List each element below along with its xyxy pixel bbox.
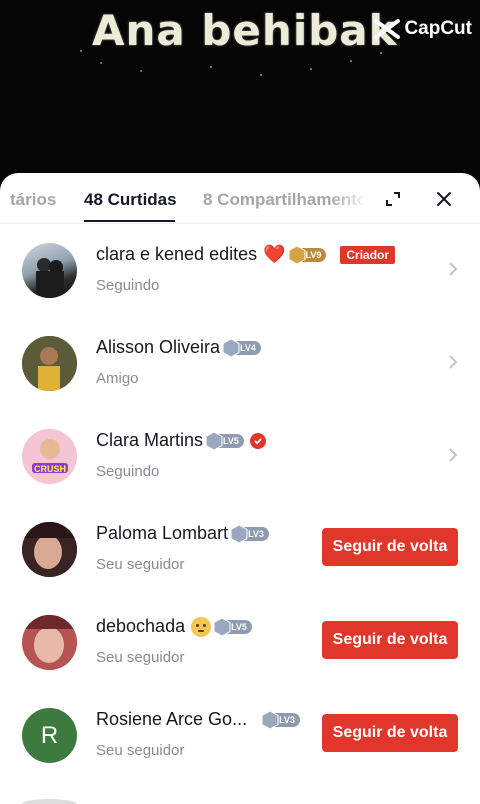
- user-name: Alisson Oliveira: [96, 337, 221, 357]
- svg-text:CRUSH: CRUSH: [34, 464, 66, 474]
- creator-badge: Criador: [340, 245, 396, 264]
- list-item[interactable]: debochada LV5 Seu seguidor Seguir de vol…: [0, 603, 480, 696]
- capcut-watermark: CapCut: [374, 18, 472, 40]
- relationship-status: Seguindo: [96, 277, 160, 294]
- close-icon[interactable]: [433, 188, 455, 210]
- list-item[interactable]: Alisson Oliveira LV4 Amigo: [0, 324, 480, 417]
- tab-bar: tários 48 Curtidas 8 Compartilhamento: [0, 173, 480, 224]
- avatar[interactable]: [22, 522, 77, 577]
- level-badge: LV4: [222, 337, 261, 358]
- list-item[interactable]: R Rosiene Arce Go... LV3 Seu seguidor Se…: [0, 696, 480, 789]
- avatar[interactable]: R: [22, 708, 77, 763]
- face-emoji-icon: [191, 616, 212, 637]
- relationship-status: Seu seguidor: [96, 556, 185, 573]
- level-badge: LV9: [288, 244, 327, 265]
- relationship-status: Seu seguidor: [96, 649, 185, 666]
- relationship-status: Seguindo: [96, 463, 160, 480]
- relationship-status: Amigo: [96, 370, 139, 387]
- list-item[interactable]: CRUSH Clara Martins LV5 Seguindo: [0, 417, 480, 510]
- level-badge: LV3: [230, 523, 269, 544]
- chevron-right-icon[interactable]: [448, 447, 458, 463]
- active-tab-indicator: [84, 220, 175, 222]
- level-badge: LV3: [261, 709, 300, 730]
- tab-likes[interactable]: 48 Curtidas: [84, 190, 177, 210]
- video-title-text: Ana behibak: [92, 6, 398, 55]
- list-item[interactable]: clara e kened edites ❤️ LV9 Criador Segu…: [0, 231, 480, 324]
- chevron-right-icon[interactable]: [448, 261, 458, 277]
- tab-comments[interactable]: tários: [10, 190, 56, 210]
- user-name: Paloma Lombart: [96, 523, 229, 543]
- follow-back-button[interactable]: Seguir de volta: [322, 621, 458, 659]
- video-background: Ana behibak CapCut: [0, 0, 480, 190]
- capcut-logo-icon: [374, 19, 401, 39]
- avatar[interactable]: [22, 336, 77, 391]
- user-name: Rosiene Arce Go...: [96, 709, 248, 729]
- watermark-label: CapCut: [404, 18, 472, 39]
- chevron-right-icon[interactable]: [448, 354, 458, 370]
- follow-back-button[interactable]: Seguir de volta: [322, 528, 458, 566]
- user-name: clara e kened edites: [96, 244, 258, 264]
- follow-back-button[interactable]: Seguir de volta: [322, 714, 458, 752]
- expand-icon[interactable]: [382, 188, 404, 210]
- user-name: Clara Martins: [96, 430, 204, 450]
- avatar[interactable]: [22, 243, 77, 298]
- level-badge: LV5: [205, 430, 244, 451]
- avatar[interactable]: CRUSH: [22, 429, 77, 484]
- avatar[interactable]: [22, 615, 77, 670]
- level-badge: LV5: [213, 616, 252, 637]
- heart-emoji: ❤️: [263, 244, 286, 264]
- likes-sheet: tários 48 Curtidas 8 Compartilhamento cl…: [0, 173, 480, 804]
- user-name: debochada: [96, 616, 186, 636]
- avatar[interactable]: [22, 799, 77, 804]
- list-item[interactable]: Paloma Lombart LV3 Seu seguidor Seguir d…: [0, 510, 480, 603]
- relationship-status: Seu seguidor: [96, 742, 185, 759]
- verified-icon: [249, 432, 266, 449]
